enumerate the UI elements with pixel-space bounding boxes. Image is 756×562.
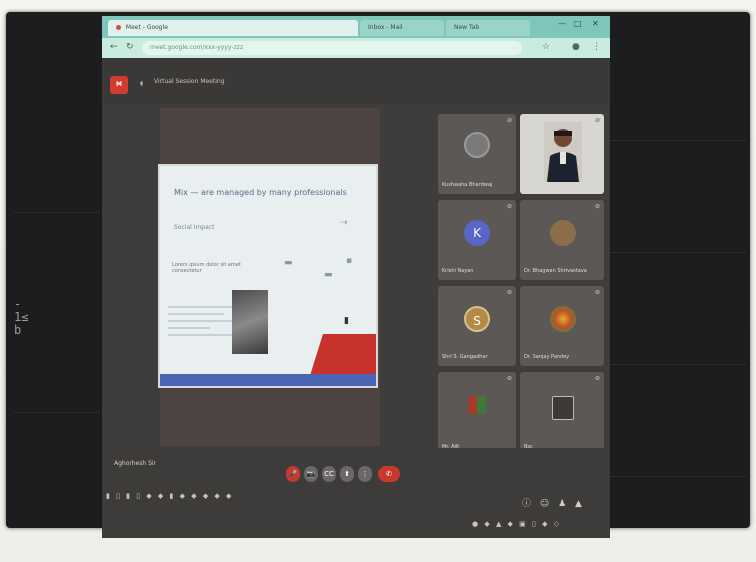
- meet-logo-icon: M: [110, 76, 128, 94]
- participant-avatar: S: [464, 306, 490, 332]
- slide-text-lines: [168, 306, 238, 341]
- url-input[interactable]: meet.google.com/xxx-yyyy-zzz: [142, 41, 522, 55]
- participant-name: Dr. Sanjay Pandey: [524, 354, 570, 360]
- mic-button[interactable]: 🎤: [286, 466, 300, 482]
- system-tray-icons[interactable]: ● ◆ ▲ ◆ ▣ ▯ ◆ ◇: [472, 520, 561, 528]
- slide-blue-band: [160, 374, 376, 386]
- camera-button[interactable]: 📷: [304, 466, 318, 482]
- meet-side-icons[interactable]: ⓘ ☺ ♟ ▲: [522, 496, 585, 509]
- maximize-icon[interactable]: □: [574, 19, 582, 28]
- left-marking: -1≤ b: [14, 297, 29, 337]
- meet-control-bar: Aghorhesh Sir 🎤 📷 CC ⬆ ⋮ ✆ ▮ ▯ ▮ ▯ ◆ ◆ ▮…: [102, 448, 610, 538]
- mic-off-icon: ⊘: [506, 375, 512, 382]
- profile-icon[interactable]: ●: [572, 42, 580, 52]
- browser-tab-label: Inbox - Mail: [368, 24, 403, 31]
- slide-symbol-icon: ▪: [346, 256, 353, 266]
- end-call-icon: ✆: [386, 470, 392, 478]
- participant-tile[interactable]: ⊘ Dr. Bhagwan Shrivastava: [520, 200, 604, 280]
- reload-icon[interactable]: ↻: [126, 42, 134, 52]
- arrow-icon: ⇢: [340, 218, 348, 228]
- meet-header: M ◖ Virtual Session Meeting: [102, 58, 610, 104]
- captions-button[interactable]: CC: [322, 466, 336, 482]
- participant-avatar: [468, 396, 486, 414]
- back-icon[interactable]: ←: [110, 42, 118, 52]
- participant-name: Dr. Bhagwan Shrivastava: [524, 268, 587, 274]
- participant-name: Krishi Nayan: [442, 268, 474, 274]
- participant-avatar: K: [464, 220, 490, 246]
- browser-tab-label: New Tab: [454, 24, 480, 31]
- slide-figure-icon: ▮: [344, 316, 349, 326]
- mic-off-icon: ⊘: [506, 289, 512, 296]
- mic-off-icon: ⊘: [594, 203, 600, 210]
- minimize-icon[interactable]: —: [558, 19, 566, 28]
- info-icon[interactable]: ◖: [140, 80, 143, 87]
- slide-body: Lorem ipsum dolor sit amet consectetur: [172, 262, 241, 274]
- slide-photo: [232, 290, 268, 354]
- shared-slide: Mix — are managed by many professionals …: [158, 164, 378, 388]
- participant-name: Kushwaha Bhardwaj: [442, 182, 493, 188]
- present-button[interactable]: ⬆: [340, 466, 354, 482]
- participant-name: Shri S. Gangadhar: [442, 354, 488, 360]
- mic-off-icon: ⊘: [594, 289, 600, 296]
- participant-video: [544, 122, 582, 182]
- participant-initial: S: [473, 314, 481, 328]
- mic-off-icon: ⊘: [594, 375, 600, 382]
- close-icon[interactable]: ✕: [592, 19, 599, 28]
- participant-avatar: [552, 396, 574, 420]
- participant-avatar: [464, 132, 490, 158]
- slide-symbol-icon: ▬: [324, 270, 333, 280]
- mic-off-icon: ⊘: [506, 203, 512, 210]
- laptop-screen: Meet - Google Inbox - Mail New Tab — □ ✕…: [102, 16, 610, 538]
- mic-icon: 🎤: [288, 470, 298, 478]
- participant-tile[interactable]: ⊘ Bsc: [520, 372, 604, 456]
- browser-tab-label: Meet - Google: [125, 24, 168, 31]
- more-icon: ⋮: [361, 470, 369, 478]
- browser-tab-3[interactable]: New Tab: [446, 20, 530, 36]
- participant-tile[interactable]: S ⊘ Shri S. Gangadhar: [438, 286, 516, 366]
- slide-subtitle: Social Impact: [174, 224, 215, 231]
- browser-tab-2[interactable]: Inbox - Mail: [360, 20, 444, 36]
- mic-off-icon: ⊘: [506, 117, 512, 124]
- participant-tile[interactable]: K ⊘ Krishi Nayan: [438, 200, 516, 280]
- camera-icon: 📷: [306, 470, 316, 478]
- leave-call-button[interactable]: ✆: [378, 466, 400, 482]
- menu-icon[interactable]: ⋮: [592, 42, 601, 52]
- browser-tab-active[interactable]: Meet - Google: [108, 20, 358, 36]
- participant-avatar: [550, 306, 576, 332]
- participant-tile[interactable]: ⊘ Kushwaha Bhardwaj: [438, 114, 516, 194]
- address-bar: ← ↻ meet.google.com/xxx-yyyy-zzz ☆ ● ⋮: [102, 38, 610, 58]
- meeting-title: Virtual Session Meeting: [154, 78, 225, 85]
- more-options-button[interactable]: ⋮: [358, 466, 372, 482]
- slide-title: Mix — are managed by many professionals: [174, 188, 347, 197]
- captions-icon: CC: [324, 470, 334, 478]
- participant-tile-video[interactable]: ⊘: [520, 114, 604, 194]
- taskbar-left-icons[interactable]: ▮ ▯ ▮ ▯ ◆ ◆ ▮ ◆ ◆ ◆ ◆ ◆: [106, 492, 233, 500]
- self-name: Aghorhesh Sir: [114, 460, 157, 467]
- participant-avatar: [550, 220, 576, 246]
- present-icon: ⬆: [344, 470, 350, 478]
- participant-initial: K: [473, 226, 481, 240]
- participant-tile[interactable]: ⊘ Dr. Sanjay Pandey: [520, 286, 604, 366]
- slide-symbol-icon: ▬: [284, 258, 293, 268]
- browser-tab-bar: Meet - Google Inbox - Mail New Tab — □ ✕: [102, 16, 610, 38]
- meet-favicon-icon: [116, 25, 121, 30]
- mic-off-icon: ⊘: [594, 117, 600, 124]
- participant-tile[interactable]: ⊘ Mr. Ajit: [438, 372, 516, 456]
- star-icon[interactable]: ☆: [542, 42, 550, 52]
